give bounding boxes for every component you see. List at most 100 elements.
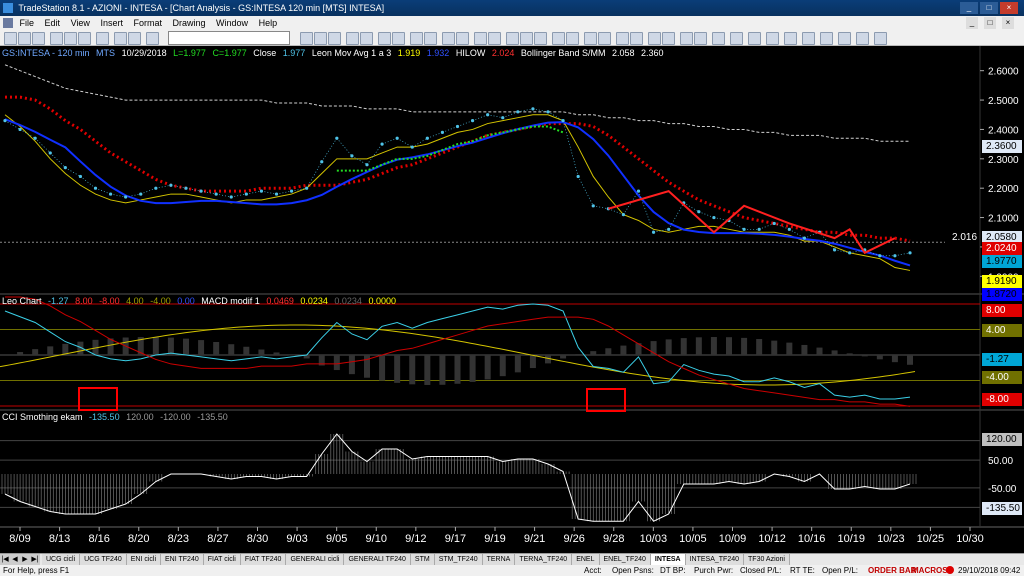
symbol-input[interactable] bbox=[168, 31, 290, 45]
time-axis-label: 8/27 bbox=[207, 533, 228, 545]
macd-histogram-bar bbox=[213, 341, 220, 355]
menu-window[interactable]: Window bbox=[216, 18, 248, 28]
toolbar-icon-23[interactable] bbox=[694, 32, 707, 45]
time-axis-label: 10/12 bbox=[758, 533, 786, 545]
toolbar-icon-22[interactable] bbox=[680, 32, 693, 45]
child-close-button[interactable]: × bbox=[1002, 17, 1014, 29]
paste-icon[interactable] bbox=[78, 32, 91, 45]
zoom-in-icon[interactable] bbox=[520, 32, 533, 45]
close-connector bbox=[140, 187, 156, 195]
menu-drawing[interactable]: Drawing bbox=[173, 18, 206, 28]
maximize-button[interactable]: □ bbox=[980, 2, 998, 14]
toolbar-icon-11[interactable] bbox=[456, 32, 469, 45]
print-icon[interactable] bbox=[96, 32, 109, 45]
toolbar-icon-2[interactable] bbox=[314, 32, 327, 45]
macd-histogram-bar bbox=[680, 338, 687, 355]
bollinger-value-1: 2.058 bbox=[611, 48, 635, 58]
toolbar-icon-33[interactable] bbox=[874, 32, 887, 45]
toolbar-icon-29[interactable] bbox=[802, 32, 815, 45]
toolbar-icon-19[interactable] bbox=[630, 32, 643, 45]
price-axis-label: 2.5000 bbox=[988, 96, 1019, 107]
new-chart-icon[interactable] bbox=[4, 32, 17, 45]
toolbar-icon-15[interactable] bbox=[566, 32, 579, 45]
time-axis-label: 9/19 bbox=[484, 533, 505, 545]
close-button[interactable]: × bbox=[1000, 2, 1018, 14]
zoom-out-icon[interactable] bbox=[534, 32, 547, 45]
toolbar-icon-31[interactable] bbox=[838, 32, 851, 45]
save-icon[interactable] bbox=[32, 32, 45, 45]
child-minimize-button[interactable]: _ bbox=[966, 17, 978, 29]
macd-histogram-bar bbox=[816, 347, 823, 355]
toolbar-icon-25[interactable] bbox=[730, 32, 743, 45]
copy-icon[interactable] bbox=[64, 32, 77, 45]
toolbar-icon-20[interactable] bbox=[648, 32, 661, 45]
toolbar-icon-13[interactable] bbox=[488, 32, 501, 45]
open-icon[interactable] bbox=[18, 32, 31, 45]
menu-file[interactable]: File bbox=[20, 18, 35, 28]
toolbar-icon-32[interactable] bbox=[856, 32, 869, 45]
status-datetime: 29/10/2018 09:42 bbox=[958, 566, 1021, 575]
leon-value-2: 1.932 bbox=[426, 48, 450, 58]
macd-histogram-bar bbox=[47, 346, 54, 355]
toolbar-icon-26[interactable] bbox=[748, 32, 761, 45]
macd-histogram-bar bbox=[454, 355, 461, 384]
menu-view[interactable]: View bbox=[71, 18, 90, 28]
menu-edit[interactable]: Edit bbox=[45, 18, 61, 28]
toolbar-icon-1[interactable] bbox=[300, 32, 313, 45]
toolbar-icon-7[interactable] bbox=[392, 32, 405, 45]
leon-label: Leon Mov Avg 1 a 3 bbox=[311, 48, 392, 58]
minimize-button[interactable]: _ bbox=[960, 2, 978, 14]
time-axis-label: 9/17 bbox=[445, 533, 466, 545]
status-closed-pl: Closed P/L: bbox=[740, 566, 782, 575]
macd-histogram-bar bbox=[514, 355, 521, 373]
macd-histogram-bar bbox=[183, 338, 189, 355]
toolbar-icon-12[interactable] bbox=[474, 32, 487, 45]
price-tag-bollinger-upper: 2.3600 bbox=[982, 140, 1022, 153]
zigzag-annotation bbox=[608, 190, 896, 255]
toolbar-icon-14[interactable] bbox=[552, 32, 565, 45]
macros-button[interactable]: MACROS bbox=[912, 565, 948, 576]
child-restore-button[interactable]: □ bbox=[984, 17, 996, 29]
time-axis-label: 8/20 bbox=[128, 533, 149, 545]
toolbar-icon-18[interactable] bbox=[616, 32, 629, 45]
toolbar-icon-5[interactable] bbox=[360, 32, 373, 45]
chart-area[interactable]: 2.60002.50002.40002.30002.20002.10002.00… bbox=[0, 46, 1024, 546]
price-tag-close: 1.9770 bbox=[982, 255, 1022, 268]
highlight-box-1 bbox=[78, 387, 118, 411]
toolbar-icon-10[interactable] bbox=[442, 32, 455, 45]
macd-histogram-bar bbox=[484, 355, 491, 380]
toolbar-icon-24[interactable] bbox=[712, 32, 725, 45]
toolbar-icon-17[interactable] bbox=[598, 32, 611, 45]
time-axis-label: 10/23 bbox=[877, 533, 905, 545]
close-connector bbox=[351, 155, 368, 165]
toolbar-icon-30[interactable] bbox=[820, 32, 833, 45]
macd-histogram-bar bbox=[891, 355, 898, 363]
time-axis-label: 9/05 bbox=[326, 533, 347, 545]
symbol-label: GS:INTESA - 120 min bbox=[2, 48, 90, 58]
menu-format[interactable]: Format bbox=[133, 18, 162, 28]
cci-value-1: -135.50 bbox=[89, 412, 120, 422]
time-axis-label: 9/21 bbox=[524, 533, 545, 545]
price-axis-label: 2.3000 bbox=[988, 155, 1019, 166]
bar-chart-icon[interactable] bbox=[114, 32, 127, 45]
crosshair-icon[interactable] bbox=[506, 32, 519, 45]
zoom-icon[interactable] bbox=[146, 32, 159, 45]
toolbar-icon-16[interactable] bbox=[584, 32, 597, 45]
macd-histogram-bar bbox=[333, 355, 340, 371]
cut-icon[interactable] bbox=[50, 32, 63, 45]
toolbar-icon-3[interactable] bbox=[328, 32, 341, 45]
order-bar-button[interactable]: ORDER BAR bbox=[868, 565, 916, 576]
toolbar-icon-21[interactable] bbox=[662, 32, 675, 45]
price-panel-header: GS:INTESA - 120 min MTS 10/29/2018 L=1.9… bbox=[2, 48, 668, 58]
toolbar-icon-8[interactable] bbox=[410, 32, 423, 45]
menu-help[interactable]: Help bbox=[259, 18, 278, 28]
toolbar-icon-28[interactable] bbox=[784, 32, 797, 45]
toolbar-icon-4[interactable] bbox=[346, 32, 359, 45]
toolbar-icon-9[interactable] bbox=[424, 32, 437, 45]
line-chart-icon[interactable] bbox=[128, 32, 141, 45]
toolbar-icon-27[interactable] bbox=[766, 32, 779, 45]
menu-insert[interactable]: Insert bbox=[100, 18, 123, 28]
close-connector bbox=[261, 190, 277, 195]
toolbar-icon-6[interactable] bbox=[378, 32, 391, 45]
close-connector bbox=[231, 193, 247, 198]
